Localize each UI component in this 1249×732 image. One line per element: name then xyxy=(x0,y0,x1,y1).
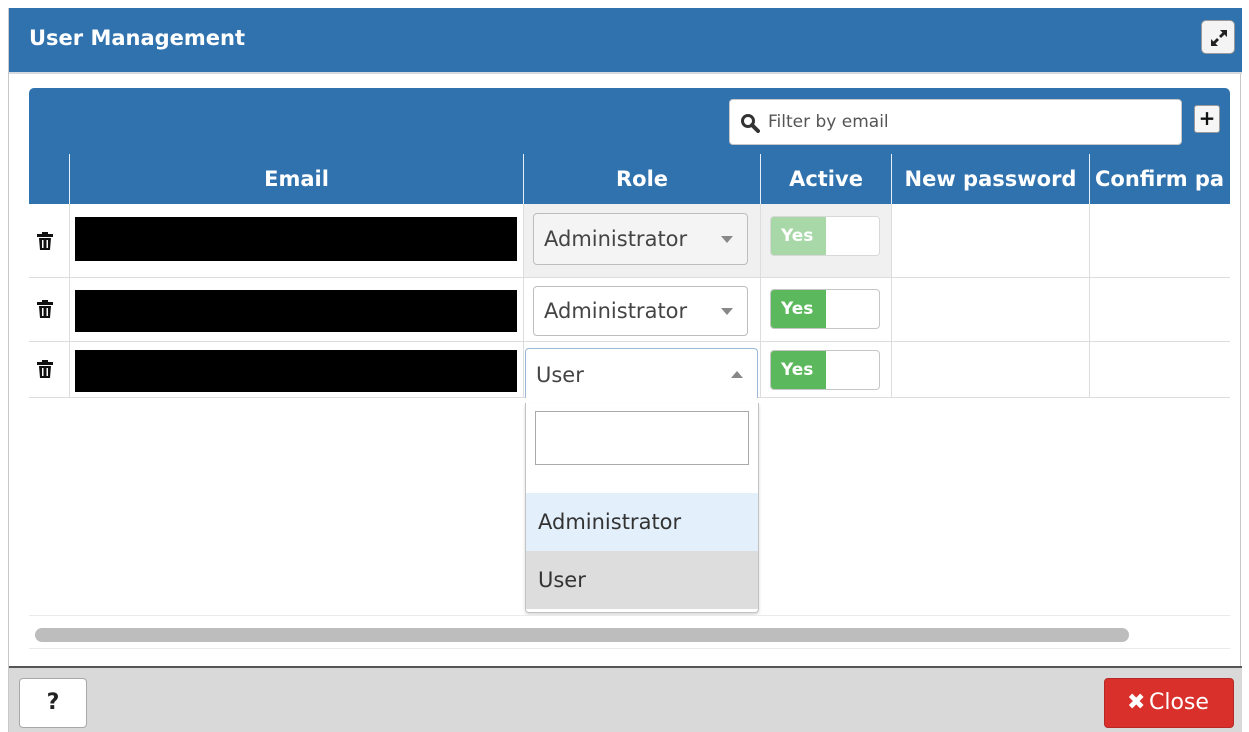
role-select-value: User xyxy=(536,363,584,387)
help-button[interactable]: ? xyxy=(19,678,87,728)
col-header-active[interactable]: Active xyxy=(761,154,892,204)
new-password-cell[interactable] xyxy=(892,278,1090,341)
active-toggle[interactable]: Yes xyxy=(770,289,880,329)
maximize-button[interactable] xyxy=(1201,20,1235,54)
role-dropdown-search-input[interactable] xyxy=(535,411,749,465)
users-table: Email Role Active New password Confirm p… xyxy=(29,154,1230,398)
chevron-down-icon xyxy=(721,236,733,243)
maximize-icon xyxy=(1211,30,1227,46)
col-header-confirm-password[interactable]: Confirm pa xyxy=(1090,154,1230,204)
new-password-cell[interactable] xyxy=(892,342,1090,397)
role-option-user[interactable]: User xyxy=(526,551,758,609)
close-button[interactable]: ✖ Close xyxy=(1104,678,1234,728)
role-select[interactable]: Administrator xyxy=(533,213,748,265)
role-select-open[interactable]: User xyxy=(525,348,758,398)
role-select[interactable]: Administrator xyxy=(533,286,748,336)
search-icon xyxy=(741,114,760,133)
active-toggle[interactable]: Yes xyxy=(770,216,880,256)
email-cell-redacted[interactable] xyxy=(75,290,517,332)
filter-by-email-input[interactable] xyxy=(768,108,1173,136)
dialog-titlebar: User Management xyxy=(9,8,1242,72)
chevron-up-icon xyxy=(731,371,743,378)
email-cell-redacted[interactable] xyxy=(75,350,517,392)
confirm-password-cell[interactable] xyxy=(1090,278,1230,341)
add-user-button[interactable]: + xyxy=(1194,105,1220,133)
role-option-administrator[interactable]: Administrator xyxy=(526,493,758,551)
horizontal-scrollbar-thumb[interactable] xyxy=(35,628,1129,642)
filter-box[interactable] xyxy=(729,99,1182,145)
col-header-email[interactable]: Email xyxy=(70,154,524,204)
active-toggle-label: Yes xyxy=(771,217,826,255)
trash-icon[interactable] xyxy=(37,232,53,250)
col-header-new-password[interactable]: New password xyxy=(892,154,1090,204)
col-header-role[interactable]: Role xyxy=(524,154,761,204)
horizontal-scrollbar[interactable] xyxy=(29,615,1230,649)
col-header-actions xyxy=(29,154,70,204)
table-row: Administrator Yes xyxy=(29,278,1230,342)
confirm-password-cell[interactable] xyxy=(1090,204,1230,277)
role-select-value: Administrator xyxy=(544,227,688,251)
email-cell-redacted[interactable] xyxy=(75,217,517,261)
table-row: Administrator Yes xyxy=(29,204,1230,278)
grid-toolbar: + xyxy=(29,88,1230,154)
titlebar-divider xyxy=(9,72,1242,74)
new-password-cell[interactable] xyxy=(892,204,1090,277)
role-dropdown-menu: Administrator User xyxy=(525,403,759,613)
close-x-icon: ✖ xyxy=(1127,690,1146,715)
role-select-value: Administrator xyxy=(544,299,688,323)
chevron-down-icon xyxy=(721,308,733,315)
dialog-footer: ? ✖ Close xyxy=(9,666,1242,732)
user-management-dialog: User Management + Email Role Active New … xyxy=(8,8,1242,732)
confirm-password-cell[interactable] xyxy=(1090,342,1230,397)
trash-icon[interactable] xyxy=(37,300,53,318)
table-row: User Yes xyxy=(29,342,1230,398)
trash-icon[interactable] xyxy=(37,360,53,378)
active-toggle[interactable]: Yes xyxy=(770,350,880,390)
active-toggle-label: Yes xyxy=(771,351,826,389)
active-toggle-label: Yes xyxy=(771,290,826,328)
close-button-label: Close xyxy=(1149,690,1209,715)
dialog-title: User Management xyxy=(29,26,246,50)
